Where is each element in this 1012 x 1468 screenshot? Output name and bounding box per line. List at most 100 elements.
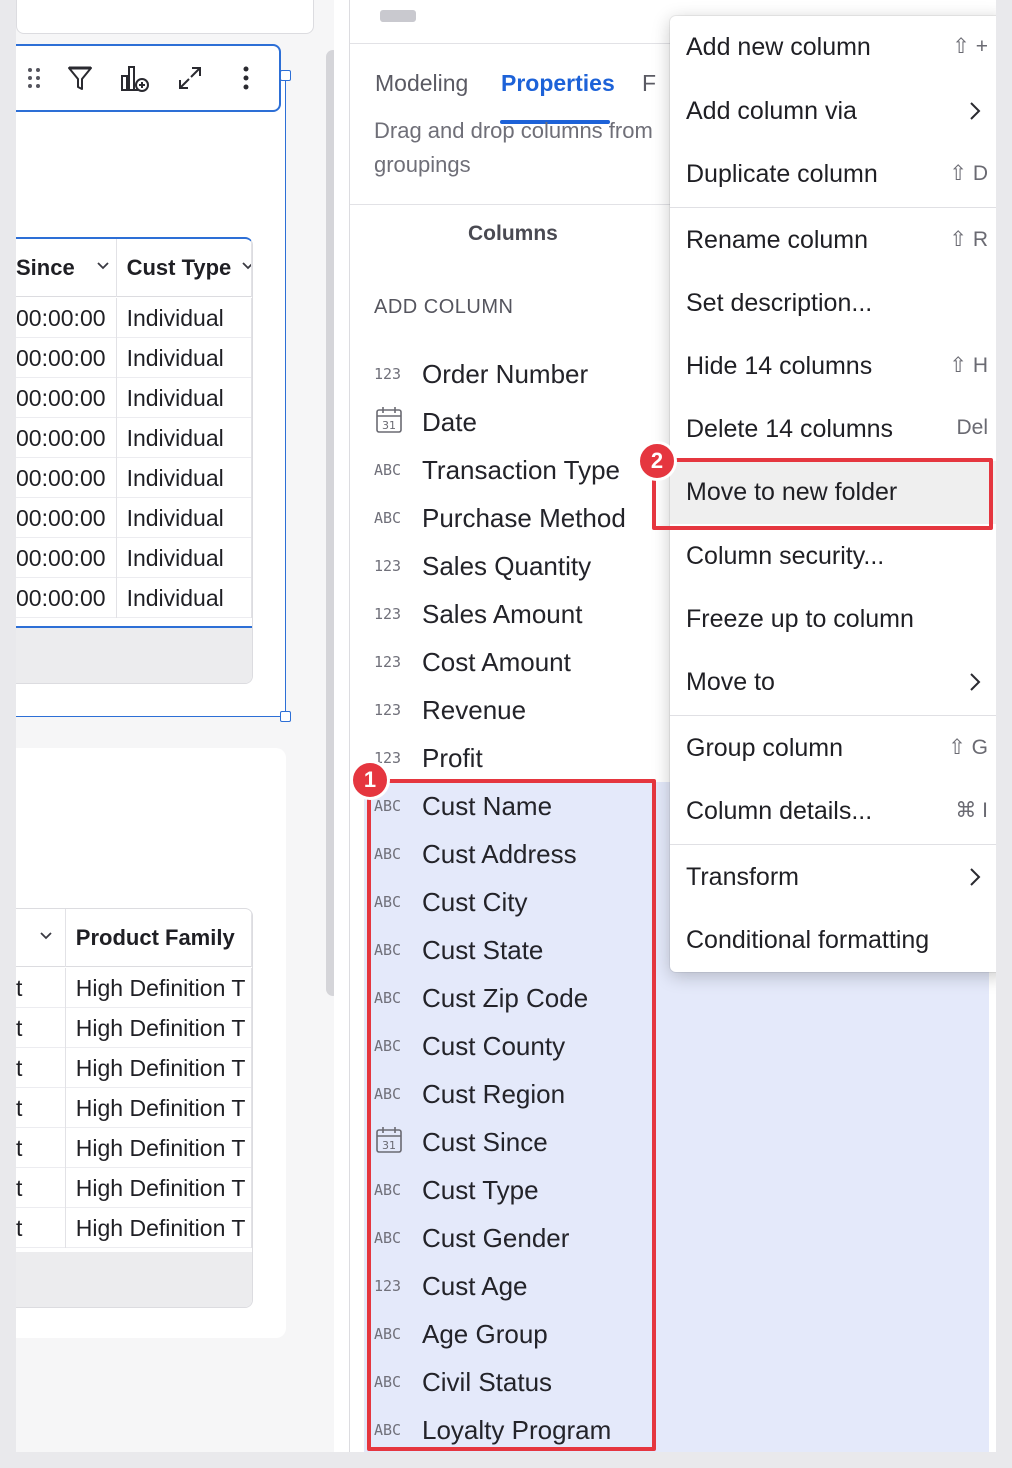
table-cell: Individual bbox=[117, 298, 252, 338]
menu-item-label: Rename column bbox=[686, 226, 869, 254]
column-header-product-family[interactable]: Product Family bbox=[66, 909, 252, 967]
chevron-down-icon[interactable] bbox=[241, 259, 252, 273]
number-type-icon: 123 bbox=[374, 701, 402, 719]
columns-section-title: Columns bbox=[468, 222, 558, 245]
table-row[interactable]: t High Definition T bbox=[16, 1128, 252, 1168]
table-row[interactable]: t High Definition T bbox=[16, 1048, 252, 1088]
column-header-since[interactable]: Since bbox=[16, 239, 117, 297]
menu-item-set-description[interactable]: Set description... bbox=[670, 272, 996, 335]
column-list-item[interactable]: 123 Cost Amount bbox=[374, 638, 571, 686]
menu-item-shortcut: ⌘ I bbox=[955, 799, 988, 822]
chevron-down-icon[interactable] bbox=[96, 259, 110, 273]
column-list-item[interactable]: 123 Profit bbox=[374, 734, 483, 782]
menu-item-conditional-formatting[interactable]: Conditional formatting bbox=[670, 909, 996, 972]
menu-item-label: Add column via bbox=[686, 97, 857, 125]
menu-item-rename-column[interactable]: Rename column ⇧ R bbox=[670, 209, 996, 272]
menu-item-add-new-column[interactable]: Add new column ⇧ + bbox=[670, 16, 996, 79]
table-cell: t bbox=[16, 1168, 66, 1208]
tab-properties[interactable]: Properties bbox=[501, 70, 615, 97]
table-row[interactable]: t High Definition T bbox=[16, 1088, 252, 1128]
column-list-item[interactable]: 123 Sales Quantity bbox=[374, 542, 591, 590]
table-row[interactable]: 00:00:00 Individual bbox=[16, 458, 252, 498]
column-label: Order Number bbox=[422, 358, 589, 389]
column-list-item[interactable]: ABC Purchase Method bbox=[374, 494, 626, 542]
add-chart-icon[interactable] bbox=[116, 60, 152, 96]
table-footer bbox=[16, 628, 252, 683]
resize-handle-bottom-right[interactable] bbox=[280, 711, 291, 722]
table-row[interactable]: t High Definition T bbox=[16, 1168, 252, 1208]
add-column-link[interactable]: ADD COLUMN bbox=[374, 296, 513, 319]
menu-item-transform[interactable]: Transform bbox=[670, 846, 996, 909]
menu-item-label: Delete 14 columns bbox=[686, 415, 894, 443]
filter-icon[interactable] bbox=[62, 60, 98, 96]
annotation-badge-2: 2 bbox=[637, 441, 677, 481]
column-list-item[interactable]: ABC Transaction Type bbox=[374, 446, 620, 494]
svg-text:31: 31 bbox=[382, 419, 396, 432]
column-list-item[interactable]: 123 Revenue bbox=[374, 686, 526, 734]
table-row[interactable]: 00:00:00 Individual bbox=[16, 338, 252, 378]
table-cell: High Definition T bbox=[66, 1128, 252, 1168]
table-row[interactable]: t High Definition T bbox=[16, 968, 252, 1008]
table-row[interactable]: 00:00:00 Individual bbox=[16, 378, 252, 418]
expand-icon[interactable] bbox=[172, 60, 208, 96]
app-frame: Since Cust Type 00:00:00 Individual 00:00:… bbox=[16, 0, 996, 1452]
menu-item-column-details[interactable]: Column details... ⌘ I bbox=[670, 780, 996, 843]
menu-item-hide-14-columns[interactable]: Hide 14 columns ⇧ H bbox=[670, 335, 996, 398]
table-header: Product Family bbox=[16, 909, 252, 967]
table-cell: 00:00:00 bbox=[16, 418, 117, 458]
table-cell: t bbox=[16, 1208, 66, 1248]
column-label: Purchase Method bbox=[422, 502, 626, 533]
drag-handle-icon[interactable] bbox=[16, 60, 52, 96]
table-cell: 00:00:00 bbox=[16, 578, 117, 618]
menu-item-label: Move to bbox=[686, 668, 775, 696]
table-cell: High Definition T bbox=[66, 1208, 252, 1248]
menu-item-delete-14-columns[interactable]: Delete 14 columns Del bbox=[670, 398, 996, 461]
number-type-icon: 123 bbox=[374, 653, 402, 671]
menu-item-add-column-via[interactable]: Add column via bbox=[670, 80, 996, 143]
chevron-down-icon[interactable] bbox=[39, 929, 53, 943]
menu-item-group-column[interactable]: Group column ⇧ G bbox=[670, 717, 996, 780]
table-cell: t bbox=[16, 1128, 66, 1168]
table-row[interactable]: 00:00:00 Individual bbox=[16, 578, 252, 618]
menu-item-duplicate-column[interactable]: Duplicate column ⇧ D bbox=[670, 143, 996, 206]
table-cell: Individual bbox=[117, 498, 252, 538]
table-row[interactable]: 00:00:00 Individual bbox=[16, 498, 252, 538]
table-row[interactable]: 00:00:00 Individual bbox=[16, 538, 252, 578]
table-cell: Individual bbox=[117, 578, 252, 618]
column-label: Sales Quantity bbox=[422, 550, 592, 581]
table-cell: High Definition T bbox=[66, 968, 252, 1008]
menu-item-column-security[interactable]: Column security... bbox=[670, 525, 996, 588]
annotation-box-selected-columns bbox=[367, 779, 656, 1451]
chevron-right-icon bbox=[970, 102, 981, 120]
column-header-cust-type[interactable]: Cust Type bbox=[117, 239, 252, 297]
tab-truncated[interactable]: F bbox=[642, 70, 656, 97]
menu-item-label: Add new column bbox=[686, 33, 871, 61]
menu-item-shortcut: ⇧ D bbox=[949, 162, 988, 185]
resize-handle-top-right[interactable] bbox=[280, 70, 291, 81]
menu-divider bbox=[670, 715, 996, 716]
divider bbox=[350, 204, 670, 205]
menu-item-move-to[interactable]: Move to bbox=[670, 651, 996, 714]
canvas-top-card bbox=[16, 0, 314, 34]
table-row[interactable]: 00:00:00 Individual bbox=[16, 418, 252, 458]
table-row[interactable]: 00:00:00 Individual bbox=[16, 298, 252, 338]
column-list-item[interactable]: 123 Sales Amount bbox=[374, 590, 582, 638]
column-header-partial[interactable] bbox=[16, 909, 66, 967]
table-row[interactable]: t High Definition T bbox=[16, 1008, 252, 1048]
tab-modeling[interactable]: Modeling bbox=[375, 70, 468, 97]
table-cell: 00:00:00 bbox=[16, 498, 117, 538]
menu-item-freeze-up-to-column[interactable]: Freeze up to column bbox=[670, 588, 996, 651]
more-options-icon[interactable] bbox=[228, 60, 264, 96]
column-list-item[interactable]: 123 Order Number bbox=[374, 350, 588, 398]
menu-divider bbox=[670, 844, 996, 845]
chevron-right-icon bbox=[970, 868, 981, 886]
column-label: Revenue bbox=[422, 694, 527, 725]
column-list-item[interactable]: 31 Date bbox=[374, 398, 477, 446]
menu-item-label: Column details... bbox=[686, 797, 873, 825]
table-cell: Individual bbox=[117, 338, 252, 378]
column-header-label: Since bbox=[16, 255, 75, 280]
table-row[interactable]: t High Definition T bbox=[16, 1208, 252, 1248]
table-cell: t bbox=[16, 1088, 66, 1128]
canvas-scrollbar[interactable] bbox=[326, 50, 334, 996]
column-label: Transaction Type bbox=[422, 454, 620, 485]
